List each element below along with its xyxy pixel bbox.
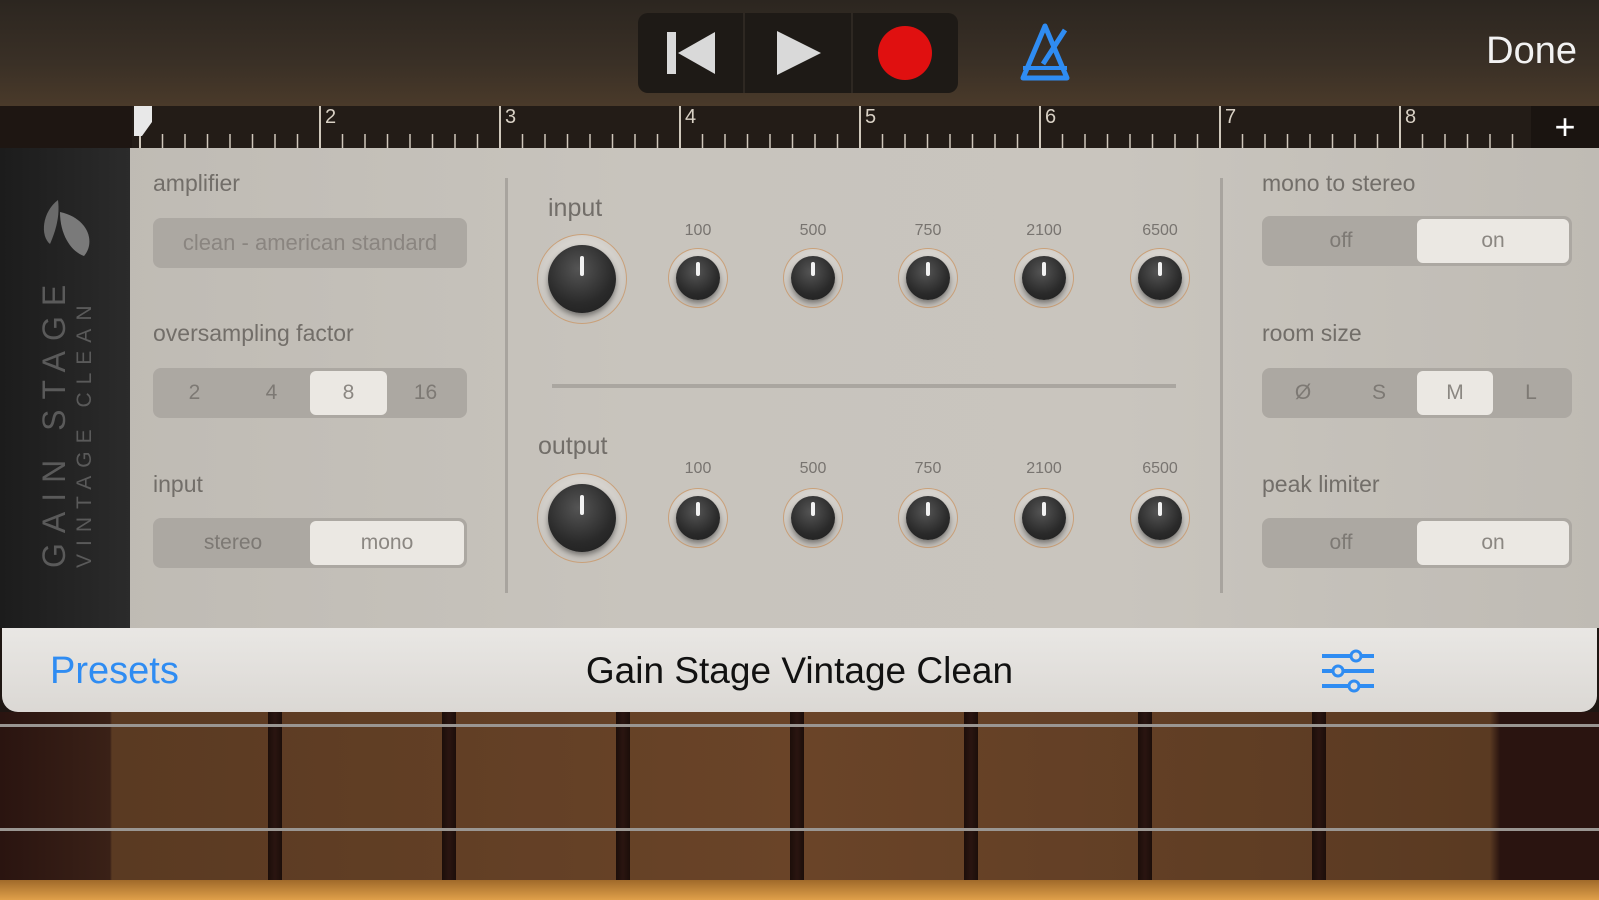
input-mode-option[interactable]: stereo — [156, 521, 310, 565]
bar-number: 3 — [505, 106, 517, 128]
room-size-label: room size — [1262, 320, 1362, 346]
output-eq-knob-500[interactable] — [783, 488, 843, 548]
oversampling-option[interactable]: 8 — [310, 371, 387, 415]
peak-limiter-label: peak limiter — [1262, 471, 1380, 497]
done-button[interactable]: Done — [1486, 30, 1577, 73]
eq-band-label: 750 — [914, 460, 942, 477]
metronome-icon — [1020, 23, 1070, 81]
ruler-ticks — [134, 106, 1514, 148]
output-eq-knob-2100[interactable] — [1014, 488, 1074, 548]
metronome-button[interactable] — [1013, 20, 1077, 84]
skip-back-icon — [666, 32, 715, 74]
input-mode-option[interactable]: mono — [310, 521, 464, 565]
peak-limiter-option[interactable]: on — [1417, 521, 1569, 565]
settings-button[interactable] — [1320, 646, 1376, 696]
oversampling-option[interactable]: 4 — [233, 371, 310, 415]
eq-divider — [552, 384, 1176, 388]
fretboard-edge — [0, 880, 1599, 900]
mono-to-stereo-option[interactable]: on — [1417, 219, 1569, 263]
input-eq-knob-500[interactable] — [783, 248, 843, 308]
sliders-icon — [1322, 649, 1374, 693]
bar-number: 7 — [1225, 106, 1237, 128]
timeline-ruler[interactable]: 2 3 4 5 6 7 8 + — [132, 106, 1599, 148]
plugin-side-title: GAIN STAGE VINTAGE CLEAN — [36, 274, 96, 568]
amplifier-selector[interactable]: clean - american standard — [153, 218, 467, 268]
eq-input-label: input — [548, 194, 603, 222]
fret-bar — [616, 712, 630, 900]
fret-bar — [1312, 712, 1326, 900]
room-size-option[interactable]: L — [1493, 371, 1569, 415]
record-icon — [878, 26, 933, 80]
side-title: GAIN STAGE — [36, 274, 72, 568]
eq-band-label: 100 — [684, 222, 712, 239]
rewind-button[interactable] — [638, 13, 746, 93]
fret-bar — [964, 712, 978, 900]
eq-band-label: 2100 — [1026, 222, 1062, 239]
output-gain-knob[interactable] — [537, 473, 627, 563]
eq-band-label: 2100 — [1026, 460, 1062, 477]
record-button[interactable] — [853, 13, 958, 93]
oversampling-option[interactable]: 2 — [156, 371, 233, 415]
input-eq-knob-750[interactable] — [898, 248, 958, 308]
eq-band-label: 100 — [684, 460, 712, 477]
eq-band-label: 750 — [914, 222, 942, 239]
fret-bar — [1138, 712, 1152, 900]
output-eq-knob-6500[interactable] — [1130, 488, 1190, 548]
side-subtitle: VINTAGE CLEAN — [73, 297, 96, 568]
divider — [1220, 178, 1223, 593]
mono-to-stereo-toggle: off on — [1262, 216, 1572, 266]
transport-controls — [638, 13, 958, 93]
room-size-option[interactable]: M — [1417, 371, 1493, 415]
input-mode-label: input — [153, 471, 203, 497]
play-icon — [776, 31, 821, 75]
bar-number: 6 — [1045, 106, 1057, 128]
peak-limiter-toggle: off on — [1262, 518, 1572, 568]
plugin-footer: Presets Gain Stage Vintage Clean — [2, 628, 1597, 712]
oversampling-selector: 2 4 8 16 — [153, 368, 467, 418]
output-eq-knob-750[interactable] — [898, 488, 958, 548]
play-button[interactable] — [745, 13, 853, 93]
bar-number: 8 — [1405, 106, 1417, 128]
eq-band-label: 6500 — [1142, 460, 1178, 477]
control-bar: Done — [0, 0, 1599, 106]
room-size-selector: Ø S M L — [1262, 368, 1572, 418]
fret-bar — [442, 712, 456, 900]
room-size-option[interactable]: Ø — [1265, 371, 1341, 415]
bar-number: 2 — [325, 106, 337, 128]
guitar-string[interactable] — [0, 724, 1599, 727]
guitar-string[interactable] — [0, 828, 1599, 831]
eq-band-label: 500 — [799, 460, 827, 477]
amplifier-label: amplifier — [153, 170, 240, 196]
eq-band-label: 500 — [799, 222, 827, 239]
leaf-logo-icon — [43, 200, 90, 256]
peak-limiter-option[interactable]: off — [1265, 521, 1417, 565]
eq-band-label: 6500 — [1142, 222, 1178, 239]
bar-number: 5 — [865, 106, 877, 128]
room-size-option[interactable]: S — [1341, 371, 1417, 415]
fretboard[interactable] — [0, 712, 1599, 900]
plugin-panel: GAIN STAGE VINTAGE CLEAN amplifier clean… — [0, 148, 1599, 628]
eq-output-label: output — [538, 432, 608, 460]
app-root: Done 2 3 4 5 6 7 8 + GAIN STAGE VINTAGE … — [0, 0, 1599, 900]
input-mode-selector: stereo mono — [153, 518, 467, 568]
plugin-side-badge: GAIN STAGE VINTAGE CLEAN — [0, 148, 130, 628]
fret-bar — [268, 712, 282, 900]
input-gain-knob[interactable] — [537, 234, 627, 324]
input-eq-knob-100[interactable] — [668, 248, 728, 308]
oversampling-label: oversampling factor — [153, 320, 354, 346]
fret-bar — [790, 712, 804, 900]
output-eq-knob-100[interactable] — [668, 488, 728, 548]
mono-to-stereo-option[interactable]: off — [1265, 219, 1417, 263]
mono-to-stereo-label: mono to stereo — [1262, 170, 1416, 196]
add-section-button[interactable]: + — [1531, 106, 1599, 148]
bar-number: 4 — [685, 106, 697, 128]
oversampling-option[interactable]: 16 — [387, 371, 464, 415]
divider — [505, 178, 508, 593]
input-eq-knob-2100[interactable] — [1014, 248, 1074, 308]
input-eq-knob-6500[interactable] — [1130, 248, 1190, 308]
